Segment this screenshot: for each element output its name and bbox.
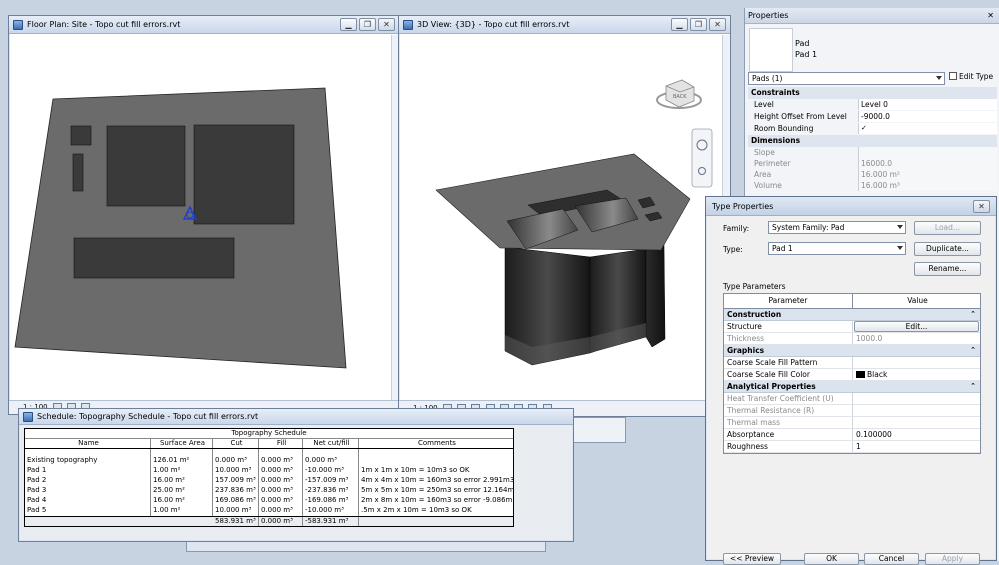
schedule-table[interactable]: Topography Schedule Name Surface Area Cut F… [24, 428, 514, 527]
floor-plan-titlebar[interactable]: Floor Plan: Site - Topo cut fill errors.… [9, 16, 399, 34]
schedule-icon [23, 412, 33, 422]
close-icon[interactable]: ✕ [987, 8, 994, 24]
minimize-button[interactable]: ▁ [340, 18, 357, 31]
floor-plan-canvas[interactable] [10, 35, 392, 402]
restore-button[interactable]: ❐ [690, 18, 707, 31]
group-constraints[interactable]: Constraints [748, 87, 997, 99]
pad-1-pit [645, 244, 666, 348]
ok-button[interactable]: OK [804, 553, 859, 565]
view3d-title: 3D View: {3D} - Topo cut fill errors.rvt [417, 20, 570, 29]
group-analytical[interactable]: Analytical Properties ⌃ [724, 381, 980, 393]
collapse-icon: ⌃ [970, 382, 976, 390]
type-properties-title: Type Properties [712, 202, 774, 211]
pad-1[interactable] [72, 153, 84, 192]
floor-plan-window[interactable]: Floor Plan: Site - Topo cut fill errors.… [8, 15, 400, 415]
viewcube-label: BACK [673, 94, 687, 100]
type-parameters-label: Type Parameters [723, 282, 786, 291]
type-properties-titlebar[interactable]: Type Properties ✕ [706, 197, 996, 216]
pad-5[interactable] [70, 125, 92, 146]
pad-2[interactable] [106, 125, 186, 207]
room-bounding-checkbox[interactable]: ✓ [858, 123, 997, 134]
param-roughness[interactable]: Roughness 1 [724, 441, 980, 453]
floor-plan-title: Floor Plan: Site - Topo cut fill errors.… [27, 20, 181, 29]
apply-button[interactable]: Apply [925, 553, 980, 565]
minimize-button[interactable]: ▁ [671, 18, 688, 31]
param-structure[interactable]: Structure Edit... [724, 321, 980, 333]
revit-view-icon [403, 20, 413, 30]
schedule-title: Schedule: Topography Schedule - Topo cut… [37, 412, 259, 421]
instance-selector[interactable]: Pads (1) [748, 72, 945, 85]
properties-title: Properties [748, 11, 789, 20]
param-thermal-mass: Thermal mass [724, 417, 980, 429]
group-construction[interactable]: Construction ⌃ [724, 309, 980, 321]
param-u: Heat Transfer Coefficient (U) [724, 393, 980, 405]
type-label: Type: [723, 245, 743, 254]
param-fill-pattern[interactable]: Coarse Scale Fill Pattern [724, 357, 980, 369]
prop-room-bounding[interactable]: Room Bounding ✓ [748, 123, 997, 135]
param-thickness: Thickness 1000.0 [724, 333, 980, 345]
type-name: Pad [795, 39, 810, 48]
prop-level[interactable]: Level Level 0 [748, 99, 997, 111]
type-combo[interactable]: Pad 1 [768, 242, 906, 255]
schedule-row[interactable]: Pad 4 16.00 m² 169.086 m³ 0.000 m³ -169.086 … [25, 496, 513, 506]
schedule-header-row: Name Surface Area Cut Fill Net cut/fill Comme… [25, 439, 513, 449]
schedule-table-title: Topography Schedule [231, 429, 307, 437]
view3d-titlebar[interactable]: 3D View: {3D} - Topo cut fill errors.rvt… [399, 16, 730, 34]
restore-button[interactable]: ❐ [359, 18, 376, 31]
family-combo[interactable]: System Family: Pad [768, 221, 906, 234]
edit-type-icon [949, 72, 957, 80]
schedule-row[interactable]: Pad 1 1.00 m² 10.000 m³ 0.000 m³ -10.000 m³ 1… [25, 466, 513, 476]
schedule-row[interactable]: Pad 2 16.00 m² 157.009 m³ 0.000 m³ -157.009 … [25, 476, 513, 486]
schedule-row[interactable]: Pad 5 1.00 m² 10.000 m³ 0.000 m³ -10.000 m³.… [25, 506, 513, 516]
type-sub-name: Pad 1 [795, 50, 818, 59]
duplicate-button[interactable]: Duplicate... [914, 242, 981, 256]
preview-button[interactable]: << Preview [723, 553, 781, 565]
schedule-row[interactable]: Existing topography 126.01 m² 0.000 m³ 0.00… [25, 456, 513, 466]
view3d-canvas[interactable]: BACK [400, 35, 722, 403]
navigation-bar[interactable] [691, 128, 713, 188]
color-swatch [856, 371, 865, 378]
prop-volume: Volume 16.000 m³ [748, 180, 997, 192]
close-button[interactable]: ✕ [709, 18, 726, 31]
schedule-totals-row: 583.931 m³ 0.000 m³ -583.931 m³ [25, 516, 513, 526]
pad-3[interactable] [193, 124, 295, 225]
pad-4[interactable] [73, 237, 235, 279]
param-absorptance[interactable]: Absorptance 0.100000 [724, 429, 980, 441]
type-preview-image [749, 28, 793, 72]
schedule-row[interactable]: Pad 3 25.00 m² 237.836 m³ 0.000 m³ -237.836 … [25, 486, 513, 496]
collapse-icon: ⌃ [970, 346, 976, 354]
cancel-button[interactable]: Cancel [864, 553, 919, 565]
param-r: Thermal Resistance (R) [724, 405, 980, 417]
close-button[interactable]: ✕ [378, 18, 395, 31]
prop-height-offset[interactable]: Height Offset From Level -9000.0 [748, 111, 997, 123]
group-dimensions[interactable]: Dimensions [748, 135, 997, 147]
edit-structure-button[interactable]: Edit... [854, 321, 979, 332]
type-parameters-table[interactable]: Parameter Value Construction ⌃ Structure Ed… [723, 293, 981, 454]
view3d-window[interactable]: 3D View: {3D} - Topo cut fill errors.rvt… [398, 15, 731, 417]
collapse-icon: ⌃ [970, 310, 976, 318]
revit-view-icon [13, 20, 23, 30]
edit-type-button[interactable]: Edit Type [947, 71, 997, 85]
param-fill-color[interactable]: Coarse Scale Fill Color Black [724, 369, 980, 381]
close-button[interactable]: ✕ [973, 200, 990, 213]
group-graphics[interactable]: Graphics ⌃ [724, 345, 980, 357]
rename-button[interactable]: Rename... [914, 262, 981, 276]
family-label: Family: [723, 224, 750, 233]
schedule-titlebar[interactable]: Schedule: Topography Schedule - Topo cut… [19, 409, 573, 425]
load-button[interactable]: Load... [914, 221, 981, 235]
